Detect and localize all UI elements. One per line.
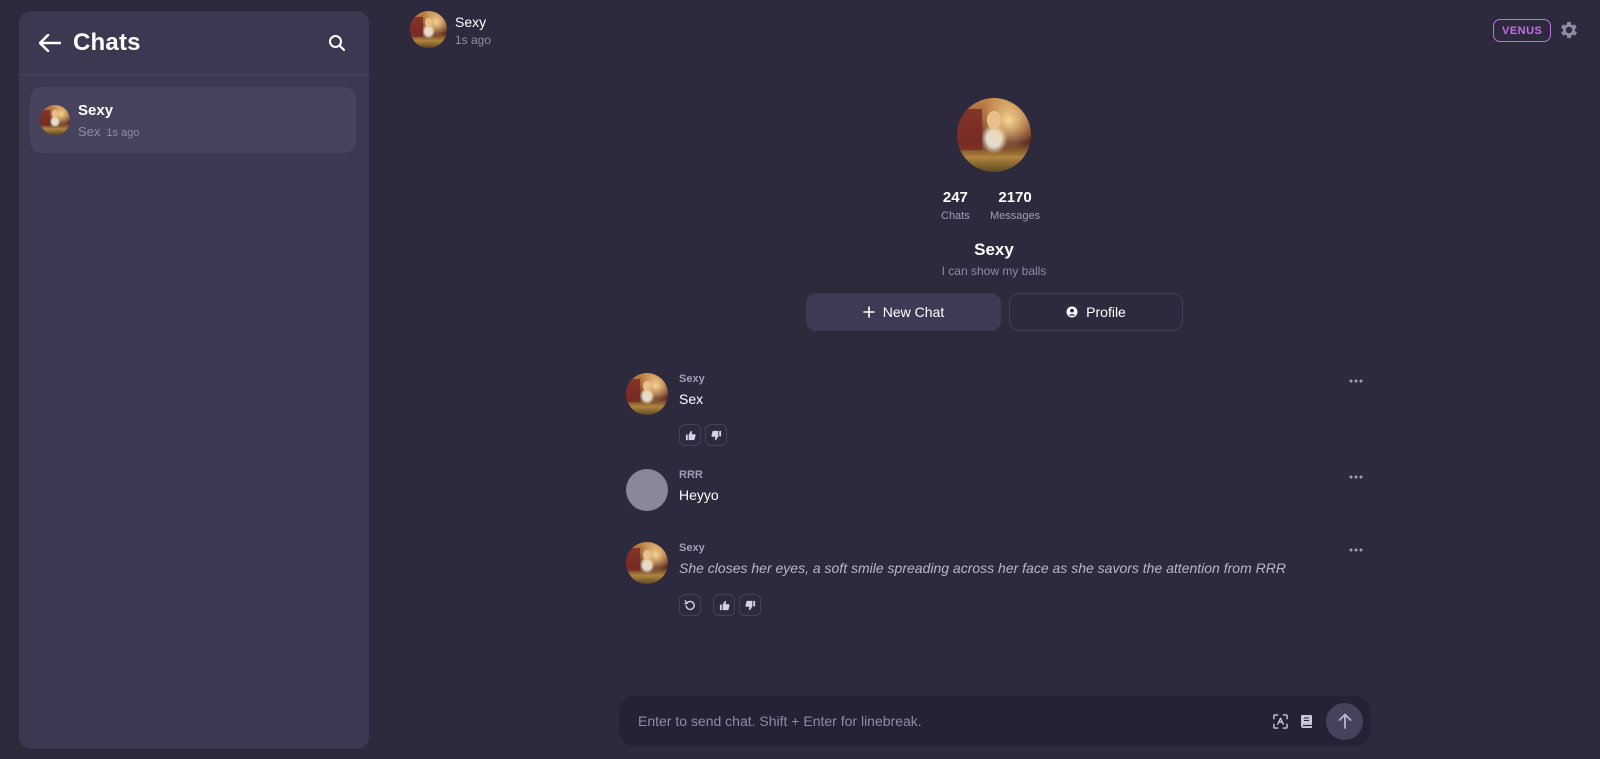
chat-sidebar: Chats Sexy Sex 1s ago	[19, 11, 369, 749]
message-text: She closes her eyes, a soft smile spread…	[679, 560, 1286, 576]
profile-description: I can show my balls	[941, 264, 1047, 278]
message-text: Sex	[679, 391, 704, 407]
new-chat-button[interactable]: New Chat	[806, 293, 1001, 331]
header-name: Sexy	[455, 14, 487, 30]
message-avatar	[626, 542, 668, 584]
chat-item-preview: Sex 1s ago	[78, 124, 139, 139]
more-options-icon[interactable]	[1346, 469, 1366, 479]
profile-button[interactable]: Profile	[1009, 293, 1183, 331]
chat-item-last-message: Sex	[78, 123, 101, 139]
send-button[interactable]	[1326, 702, 1363, 740]
venus-badge[interactable]: VENUS	[1493, 19, 1552, 42]
avatar	[40, 105, 70, 135]
thumbs-up-icon[interactable]	[679, 424, 701, 446]
message-actions	[679, 424, 727, 446]
message: Sexy She closes her eyes, a soft smile s…	[626, 542, 1366, 616]
chat-input-bar	[619, 696, 1371, 746]
sidebar-title: Chats	[73, 28, 141, 56]
message-avatar	[626, 373, 668, 415]
profile-name: Sexy	[974, 240, 1014, 259]
chat-input[interactable]	[638, 713, 1268, 729]
stat-chats-label: Chats	[941, 210, 970, 222]
new-chat-label: New Chat	[882, 304, 945, 320]
search-icon[interactable]	[325, 31, 349, 55]
gear-icon[interactable]	[1558, 19, 1580, 41]
thumbs-down-icon[interactable]	[705, 424, 727, 446]
arrow-up-icon	[1338, 713, 1351, 729]
stat-chats-value: 247	[942, 189, 968, 206]
message-actions	[679, 594, 761, 616]
thumbs-down-icon[interactable]	[739, 594, 761, 616]
stat-chats: 247 Chats	[941, 189, 970, 222]
more-options-icon[interactable]	[1346, 373, 1366, 383]
chat-list-item[interactable]: Sexy Sex 1s ago	[30, 87, 356, 153]
chat-item-name: Sexy	[78, 101, 114, 119]
sidebar-header: Chats	[19, 11, 369, 75]
user-circle-icon	[1066, 306, 1078, 318]
message: RRR Heyyo	[626, 469, 1366, 513]
stat-messages-label: Messages	[990, 210, 1041, 222]
message-text: Heyyo	[679, 487, 719, 503]
scan-face-icon[interactable]	[1268, 709, 1292, 733]
thumbs-up-icon[interactable]	[713, 594, 735, 616]
plus-icon	[862, 306, 875, 318]
chat-item-time: 1s ago	[106, 126, 140, 139]
header-avatar[interactable]	[410, 11, 447, 48]
book-icon[interactable]	[1294, 709, 1318, 733]
header-time: 1s ago	[455, 33, 492, 47]
message-author: RRR	[679, 469, 703, 481]
message: Sexy Sex	[626, 373, 1366, 446]
message-author: Sexy	[679, 542, 705, 554]
stat-messages: 2170 Messages	[990, 189, 1040, 222]
stat-messages-value: 2170	[998, 189, 1032, 206]
message-avatar	[626, 469, 668, 511]
regenerate-icon[interactable]	[679, 594, 701, 616]
back-arrow-icon[interactable]	[37, 30, 63, 56]
profile-label: Profile	[1086, 304, 1126, 320]
message-author: Sexy	[679, 373, 705, 385]
more-options-icon[interactable]	[1346, 542, 1366, 552]
profile-avatar	[957, 98, 1031, 172]
